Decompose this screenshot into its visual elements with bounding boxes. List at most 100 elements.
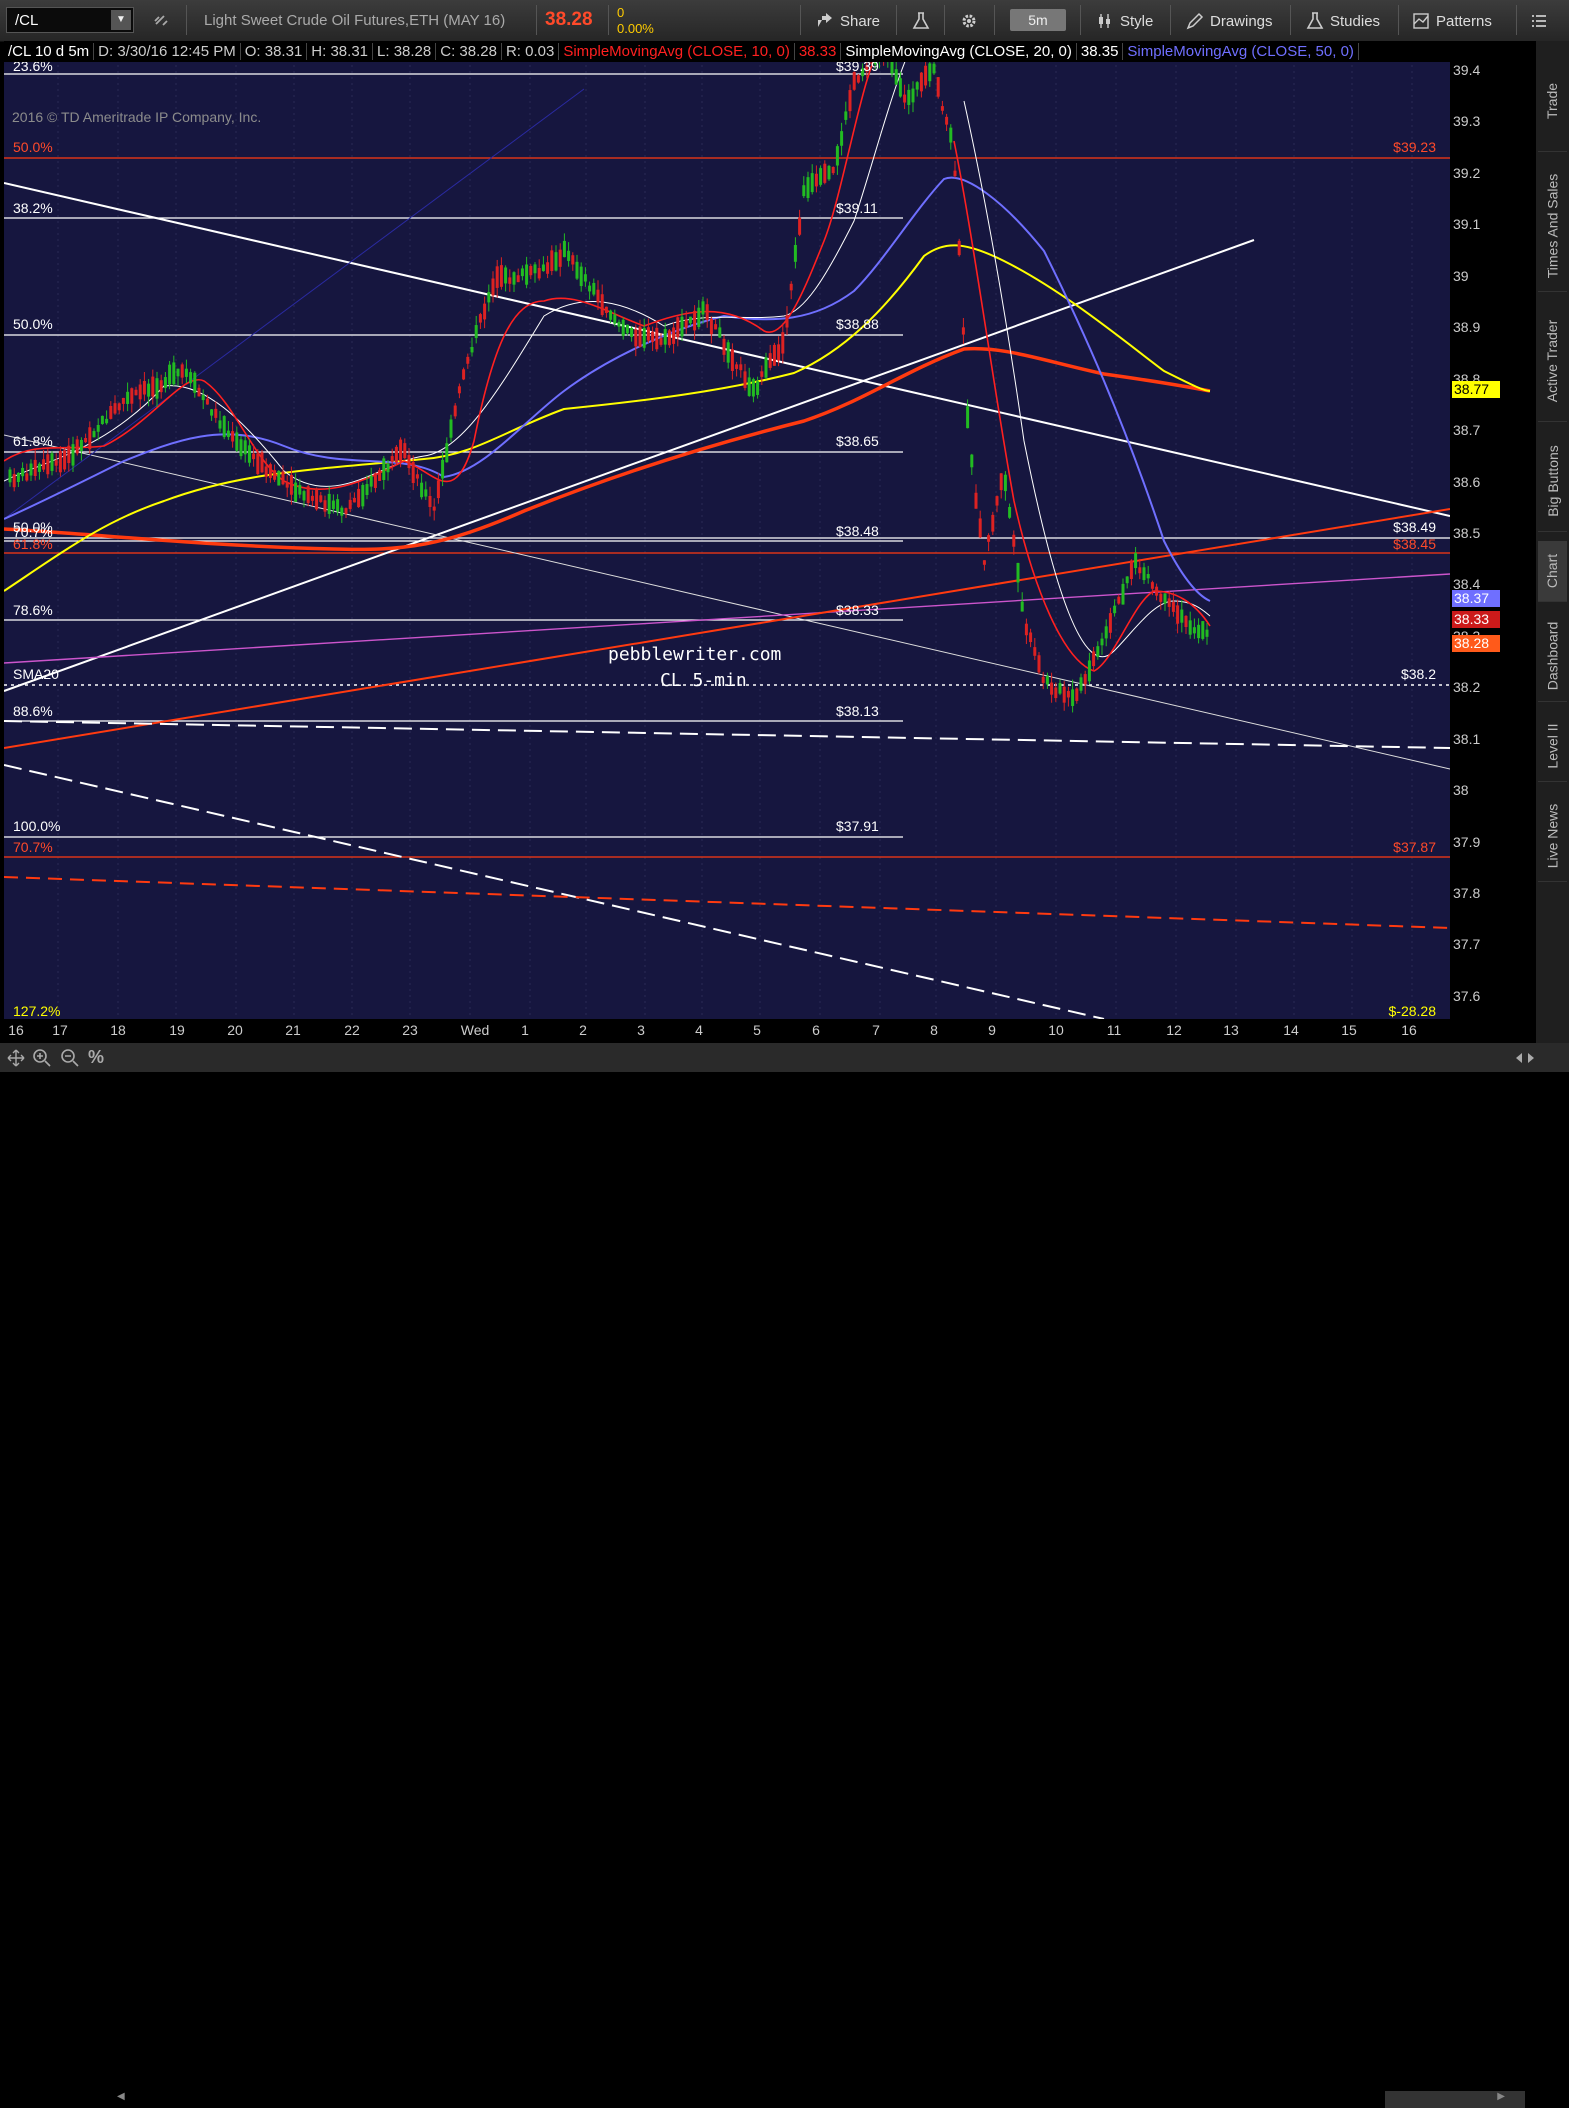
candle-body bbox=[340, 507, 344, 516]
candle-body bbox=[205, 398, 209, 405]
side-tab-label: Trade bbox=[1544, 82, 1561, 120]
side-tab-level-ii[interactable]: Level II bbox=[1538, 711, 1567, 782]
header-sma50[interactable]: SimpleMovingAvg (CLOSE, 50, 0) bbox=[1123, 43, 1359, 60]
patterns-button[interactable]: Patterns bbox=[1412, 8, 1492, 34]
zoom-out-icon[interactable] bbox=[60, 1048, 80, 1068]
candle-body bbox=[684, 319, 688, 328]
price-axis-label: 39 bbox=[1453, 267, 1469, 284]
candle-body bbox=[688, 316, 692, 324]
candle-body bbox=[646, 327, 650, 341]
chevron-down-icon[interactable]: ▼ bbox=[111, 10, 131, 30]
candle-body bbox=[8, 469, 12, 483]
style-button[interactable]: Style bbox=[1096, 8, 1153, 34]
candle-body bbox=[126, 391, 130, 404]
header-sma10[interactable]: SimpleMovingAvg (CLOSE, 10, 0) bbox=[559, 43, 795, 60]
chart-scrollbar[interactable]: ◀ ▶ bbox=[115, 2091, 1525, 2108]
candle-body bbox=[155, 378, 159, 399]
candle-body bbox=[214, 408, 218, 418]
candle-body bbox=[999, 473, 1003, 491]
side-tab-times-and-sales[interactable]: Times And Sales bbox=[1538, 161, 1567, 292]
candle-body bbox=[1096, 646, 1100, 657]
candle-body bbox=[268, 464, 272, 478]
candle-body bbox=[756, 381, 760, 395]
candle-body bbox=[327, 493, 331, 514]
candle-body bbox=[919, 72, 923, 92]
candle-body bbox=[1079, 677, 1083, 691]
side-tab-trade[interactable]: Trade bbox=[1538, 51, 1567, 152]
candle-body bbox=[71, 444, 75, 466]
link-icon[interactable] bbox=[152, 8, 170, 34]
candle-body bbox=[344, 508, 348, 514]
percent-icon[interactable]: % bbox=[88, 1047, 104, 1068]
zoom-in-icon[interactable] bbox=[32, 1048, 52, 1068]
candle-body bbox=[264, 466, 268, 477]
candle-body bbox=[982, 560, 986, 565]
side-tab-big-buttons[interactable]: Big Buttons bbox=[1538, 431, 1567, 532]
candle-body bbox=[726, 342, 730, 363]
candle-body bbox=[1192, 627, 1196, 634]
pan-icon[interactable] bbox=[6, 1048, 26, 1068]
candle-body bbox=[189, 372, 193, 384]
candle-body bbox=[1003, 474, 1007, 492]
price-axis-label: 37.6 bbox=[1453, 987, 1481, 1004]
side-tab-label: Times And Sales bbox=[1544, 173, 1561, 279]
side-tab-dashboard[interactable]: Dashboard bbox=[1538, 611, 1567, 702]
candle-body bbox=[399, 439, 403, 462]
candle-body bbox=[239, 439, 243, 457]
bottom-bar: % ◀ ▶ bbox=[0, 1043, 1569, 2108]
time-axis-label: 21 bbox=[285, 1022, 301, 1038]
period-selector[interactable]: 5m bbox=[1010, 9, 1066, 31]
time-axis-label: 10 bbox=[1048, 1022, 1064, 1038]
share-button[interactable]: Share bbox=[816, 8, 880, 34]
candle-body bbox=[529, 265, 533, 276]
price-chart[interactable]: 2016 © TD Ameritrade IP Company, Inc. 23… bbox=[4, 41, 1450, 1019]
candle-body bbox=[1113, 605, 1117, 614]
scroll-left-icon[interactable]: ◀ bbox=[117, 2091, 125, 2102]
price-axis-label: 38.7 bbox=[1453, 422, 1481, 439]
fib-label: 88.6% bbox=[13, 703, 53, 719]
net-change-pct: 0.00% bbox=[617, 21, 654, 36]
candle-body bbox=[121, 397, 125, 404]
candle-body bbox=[247, 445, 251, 463]
time-axis-label: Wed bbox=[460, 1022, 490, 1038]
candle-body bbox=[735, 364, 739, 369]
candle-body bbox=[1184, 615, 1188, 628]
candle-body bbox=[302, 491, 306, 501]
settings-button[interactable] bbox=[960, 8, 978, 34]
side-tab-chart[interactable]: Chart bbox=[1538, 541, 1567, 602]
expand-icon[interactable] bbox=[1514, 1049, 1536, 1067]
candle-body bbox=[583, 274, 587, 282]
price-axis[interactable]: 39.4 39.3 39.2 39.1 39 38.9 38.8 38.7 38.6 38.5 38… bbox=[1450, 41, 1536, 1019]
candle-body bbox=[361, 484, 365, 507]
candle-body bbox=[638, 326, 642, 347]
menu-button[interactable] bbox=[1530, 8, 1548, 34]
candle-body bbox=[1129, 560, 1133, 580]
time-axis[interactable]: 16 17 18 19 20 21 22 23 Wed 1 2 3 4 5 6 7 8 9 10 11 12 13 14 15… bbox=[4, 1019, 1536, 1043]
scroll-right-icon[interactable]: ▶ bbox=[1497, 2091, 1505, 2102]
side-tab-live-news[interactable]: Live News bbox=[1538, 791, 1567, 882]
candle-body bbox=[113, 403, 117, 414]
candle-body bbox=[428, 495, 432, 507]
candle-body bbox=[1092, 651, 1096, 667]
candle-body bbox=[814, 173, 818, 187]
price-point-label: $38.48 bbox=[836, 523, 879, 539]
price-point-label: $38.33 bbox=[836, 602, 879, 618]
header-sma20[interactable]: SimpleMovingAvg (CLOSE, 20, 0) bbox=[841, 43, 1077, 60]
copyright-text: 2016 © TD Ameritrade IP Company, Inc. bbox=[12, 109, 262, 125]
drawings-button[interactable]: Drawings bbox=[1186, 8, 1273, 34]
time-axis-label: 13 bbox=[1223, 1022, 1239, 1038]
side-tab-active-trader[interactable]: Active Trader bbox=[1538, 301, 1567, 422]
fib-label: 127.2% bbox=[13, 1003, 61, 1019]
candle-body bbox=[319, 495, 323, 502]
studies-button[interactable]: Studies bbox=[1306, 8, 1380, 34]
candle-body bbox=[1071, 689, 1075, 707]
candle-body bbox=[949, 127, 953, 143]
candle-body bbox=[709, 318, 713, 335]
candle-body bbox=[390, 456, 394, 462]
candle-body bbox=[722, 338, 726, 355]
candle-body bbox=[336, 499, 340, 512]
header-date: D: 3/30/16 12:45 PM bbox=[94, 43, 241, 60]
candle-body bbox=[159, 380, 163, 393]
flask-button[interactable] bbox=[912, 8, 930, 34]
symbol-selector[interactable]: /CL ▼ bbox=[6, 7, 134, 33]
